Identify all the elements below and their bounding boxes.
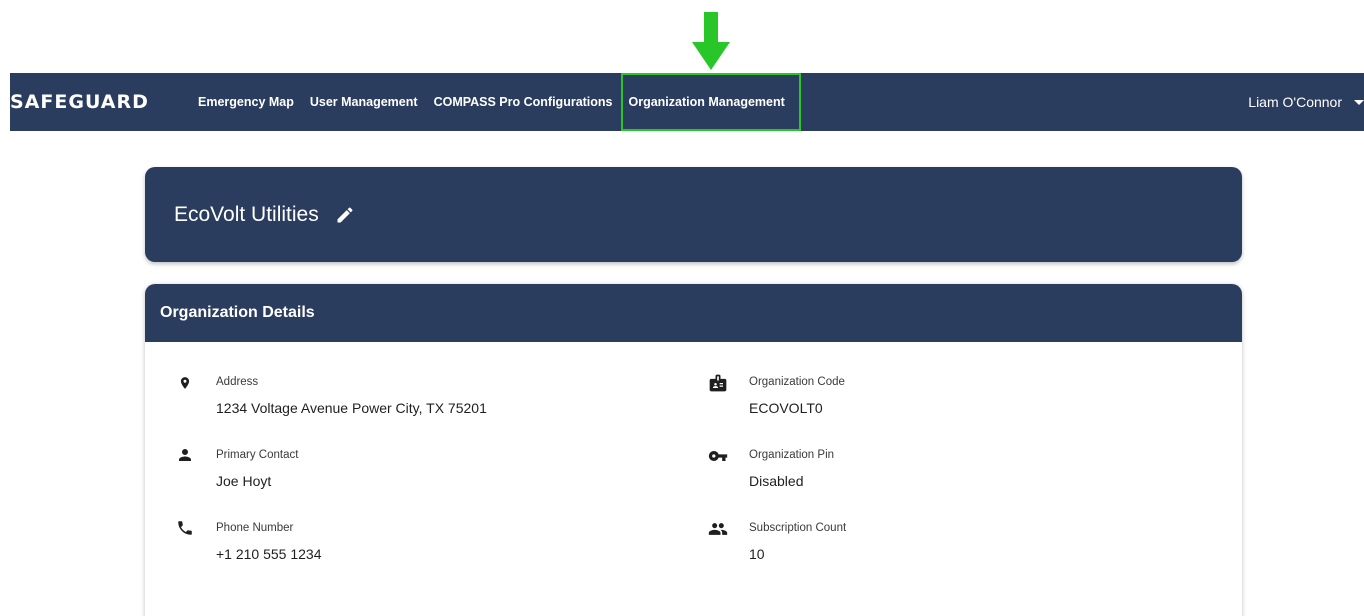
user-menu[interactable]: Liam O'Connor bbox=[1248, 73, 1364, 131]
primary-contact-field: Primary Contact Joe Hoyt bbox=[174, 449, 298, 489]
primary-contact-label: Primary Contact bbox=[216, 449, 299, 461]
address-field: Address 1234 Voltage Avenue Power City, … bbox=[174, 376, 487, 416]
address-label: Address bbox=[216, 376, 259, 388]
badge-icon bbox=[707, 373, 729, 395]
organization-name: EcoVolt Utilities bbox=[174, 202, 319, 226]
nav-emergency-map[interactable]: Emergency Map bbox=[198, 95, 294, 109]
organization-pin-field: Organization Pin Disabled bbox=[707, 449, 834, 489]
location-pin-icon bbox=[174, 373, 196, 395]
address-value: 1234 Voltage Avenue Power City, TX 75201 bbox=[216, 400, 487, 416]
organization-code-label: Organization Code bbox=[749, 376, 845, 388]
organization-code-value: ECOVOLT0 bbox=[749, 400, 823, 416]
organization-details-card: Organization Details Address 1234 Voltag… bbox=[145, 284, 1242, 616]
user-name: Liam O'Connor bbox=[1248, 94, 1342, 110]
annotation-arrow-icon bbox=[692, 12, 730, 70]
details-header: Organization Details bbox=[145, 284, 1242, 342]
phone-icon bbox=[174, 519, 196, 541]
brand-logo[interactable]: SAFEGUARD bbox=[10, 91, 198, 113]
phone-number-label: Phone Number bbox=[216, 522, 294, 534]
nav-organization-management[interactable]: Organization Management bbox=[629, 95, 785, 109]
subscription-count-field: Subscription Count 10 bbox=[707, 522, 846, 562]
organization-pin-value: Disabled bbox=[749, 473, 804, 489]
person-icon bbox=[174, 446, 196, 468]
page: SAFEGUARD Emergency Map User Management … bbox=[0, 0, 1364, 616]
phone-number-value: +1 210 555 1234 bbox=[216, 546, 322, 562]
phone-number-field: Phone Number +1 210 555 1234 bbox=[174, 519, 322, 562]
organization-header-card: EcoVolt Utilities bbox=[145, 167, 1242, 262]
group-icon bbox=[707, 519, 729, 541]
nav-compass-pro-configurations[interactable]: COMPASS Pro Configurations bbox=[434, 95, 613, 109]
nav-user-management[interactable]: User Management bbox=[310, 95, 418, 109]
primary-contact-value: Joe Hoyt bbox=[216, 473, 272, 489]
subscription-count-value: 10 bbox=[749, 546, 765, 562]
organization-pin-label: Organization Pin bbox=[749, 449, 835, 461]
top-navbar: SAFEGUARD Emergency Map User Management … bbox=[10, 73, 1364, 131]
pencil-icon bbox=[337, 206, 353, 222]
organization-code-field: Organization Code ECOVOLT0 bbox=[707, 373, 845, 416]
subscription-count-label: Subscription Count bbox=[749, 522, 847, 534]
chevron-down-icon bbox=[1354, 99, 1364, 105]
nav-links: Emergency Map User Management COMPASS Pr… bbox=[198, 95, 801, 109]
edit-organization-button[interactable] bbox=[333, 203, 357, 227]
key-icon bbox=[707, 446, 729, 468]
